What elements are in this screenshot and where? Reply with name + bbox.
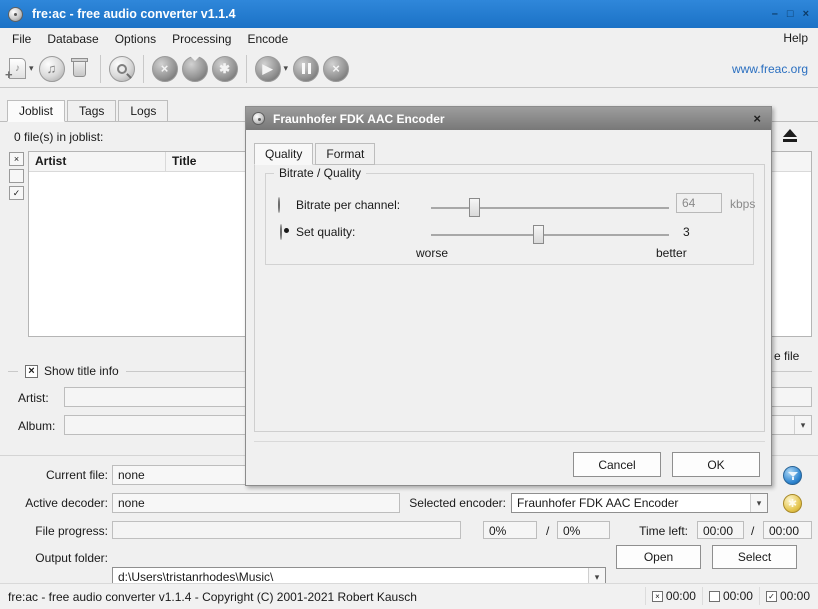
cddb-query-icon[interactable] [109,56,135,82]
album-dropdown-icon[interactable]: ▾ [794,416,811,434]
better-label: better [656,246,687,260]
signal-processing-icon[interactable] [182,56,208,82]
file-progress-label: File progress: [8,524,108,538]
selected-encoder-value: Fraunhofer FDK AAC Encoder [517,496,678,510]
ok-button[interactable]: OK [672,452,760,477]
add-files-icon[interactable]: ♪+ [9,58,26,79]
stop-encoding-icon[interactable]: × [323,56,349,82]
title-bar: fre:ac - free audio converter v1.1.4 – □… [0,0,818,28]
quality-label: Set quality: [296,225,355,239]
empty-box-icon [709,591,720,602]
file-progress-bar [112,521,461,539]
total-percent-value: 0% [557,521,610,539]
status-times: × 00:00 00:00 ✓ 00:00 [645,584,816,608]
bitrate-slider-thumb[interactable] [469,198,480,217]
bitrate-radio[interactable] [278,197,280,213]
quality-slider-track[interactable] [431,234,669,236]
status-time-selected: × 00:00 [645,587,702,605]
tick-box-icon: ✓ [766,591,777,602]
close-button[interactable]: × [803,8,809,20]
main-tabs: Joblist Tags Logs [7,100,170,122]
open-button[interactable]: Open [616,545,701,569]
time-left-file-value: 00:00 [697,521,744,539]
quality-slider-thumb[interactable] [533,225,544,244]
tab-logs[interactable]: Logs [118,100,168,122]
status-text: fre:ac - free audio converter v1.1.4 - C… [8,590,417,604]
album-label: Album: [18,419,55,433]
dialog-tab-format[interactable]: Format [315,143,375,165]
app-icon [8,7,23,22]
configure-encoder-icon[interactable]: ✱ [212,56,238,82]
maximize-button[interactable]: □ [787,8,794,20]
general-settings-icon[interactable]: × [152,56,178,82]
menu-bar: File Database Options Processing Encode [0,28,818,50]
eject-disc-icon[interactable] [776,127,804,144]
clear-joblist-icon[interactable] [73,61,86,77]
select-button[interactable]: Select [712,545,797,569]
encoder-dropdown-icon[interactable]: ▾ [750,494,767,512]
active-decoder-value: none [112,493,400,513]
menu-options[interactable]: Options [107,29,164,49]
output-folder-label: Output folder: [8,551,108,565]
freac-website-link[interactable]: www.freac.org [732,62,808,76]
select-all-button[interactable]: × [9,152,24,166]
dialog-close-icon[interactable]: × [753,111,761,126]
time-slash: / [751,524,754,538]
tab-joblist[interactable]: Joblist [7,100,65,122]
dialog-title: Fraunhofer FDK AAC Encoder [273,112,445,126]
artist-label: Artist: [18,391,49,405]
active-decoder-label: Active decoder: [8,496,108,510]
quality-value: 3 [683,225,690,239]
selected-encoder-combo[interactable]: Fraunhofer FDK AAC Encoder ▾ [511,493,768,513]
show-title-info-label: Show title info [44,364,119,378]
selected-encoder-label: Selected encoder: [400,496,506,510]
bitrate-label: Bitrate per channel: [296,198,400,212]
select-none-button[interactable] [9,169,24,183]
worse-label: worse [416,246,448,260]
file-percent-value: 0% [483,521,537,539]
music-joblist-icon[interactable]: ♫ [39,56,65,82]
cancel-button[interactable]: Cancel [573,452,661,477]
toggle-selection-button[interactable]: ✓ [9,186,24,200]
joblist-count-label: 0 file(s) in joblist: [14,130,103,144]
dialog-app-icon [252,112,265,125]
minimize-button[interactable]: – [772,8,778,20]
bitrate-value-field[interactable]: 64 [676,193,722,213]
time-left-total-value: 00:00 [763,521,812,539]
add-files-dropdown-icon[interactable]: ▾ [29,63,34,74]
bitrate-slider-track[interactable] [431,207,669,209]
checked-box-icon: × [652,591,663,602]
bitrate-unit-label: kbps [730,197,755,211]
toolbar: ♪+ ▾ ♫ × ✱ ▶ ▾ × www.freac.org [0,50,818,88]
menu-file[interactable]: File [4,29,39,49]
menu-processing[interactable]: Processing [164,29,239,49]
menu-encode[interactable]: Encode [239,29,296,49]
encoder-config-icon[interactable]: ✱ [783,494,802,513]
status-time-unselected: 00:00 [702,587,759,605]
start-encoding-icon[interactable]: ▶ [255,56,281,82]
time-left-label: Time left: [618,524,688,538]
status-time-total: ✓ 00:00 [759,587,816,605]
percent-slash: / [546,524,549,538]
menu-database[interactable]: Database [39,29,106,49]
show-title-info-checkbox[interactable]: × Show title info [18,364,126,378]
pause-encoding-icon[interactable] [293,56,319,82]
dialog-tab-quality[interactable]: Quality [254,143,313,165]
quality-radio[interactable] [280,224,282,240]
processing-status-icon[interactable] [783,466,802,485]
window-title: fre:ac - free audio converter v1.1.4 [32,7,236,21]
start-encoding-dropdown-icon[interactable]: ▾ [284,63,289,74]
output-folder-value: d:\Users\tristanrhodes\Music\ [118,570,273,584]
menu-help[interactable]: Help [783,31,808,45]
group-title: Bitrate / Quality [274,166,366,180]
encoder-config-dialog: Fraunhofer FDK AAC Encoder × Quality For… [245,106,772,486]
dialog-title-bar: Fraunhofer FDK AAC Encoder × [246,107,771,130]
app-window: fre:ac - free audio converter v1.1.4 – □… [0,0,818,609]
column-artist[interactable]: Artist [29,152,166,171]
cutoff-label-fragment: e file [774,349,799,363]
tab-tags[interactable]: Tags [67,100,116,122]
checkbox-checked-icon[interactable]: × [25,365,38,378]
dialog-tabs: Quality Format [254,143,377,165]
current-file-label: Current file: [8,468,108,482]
